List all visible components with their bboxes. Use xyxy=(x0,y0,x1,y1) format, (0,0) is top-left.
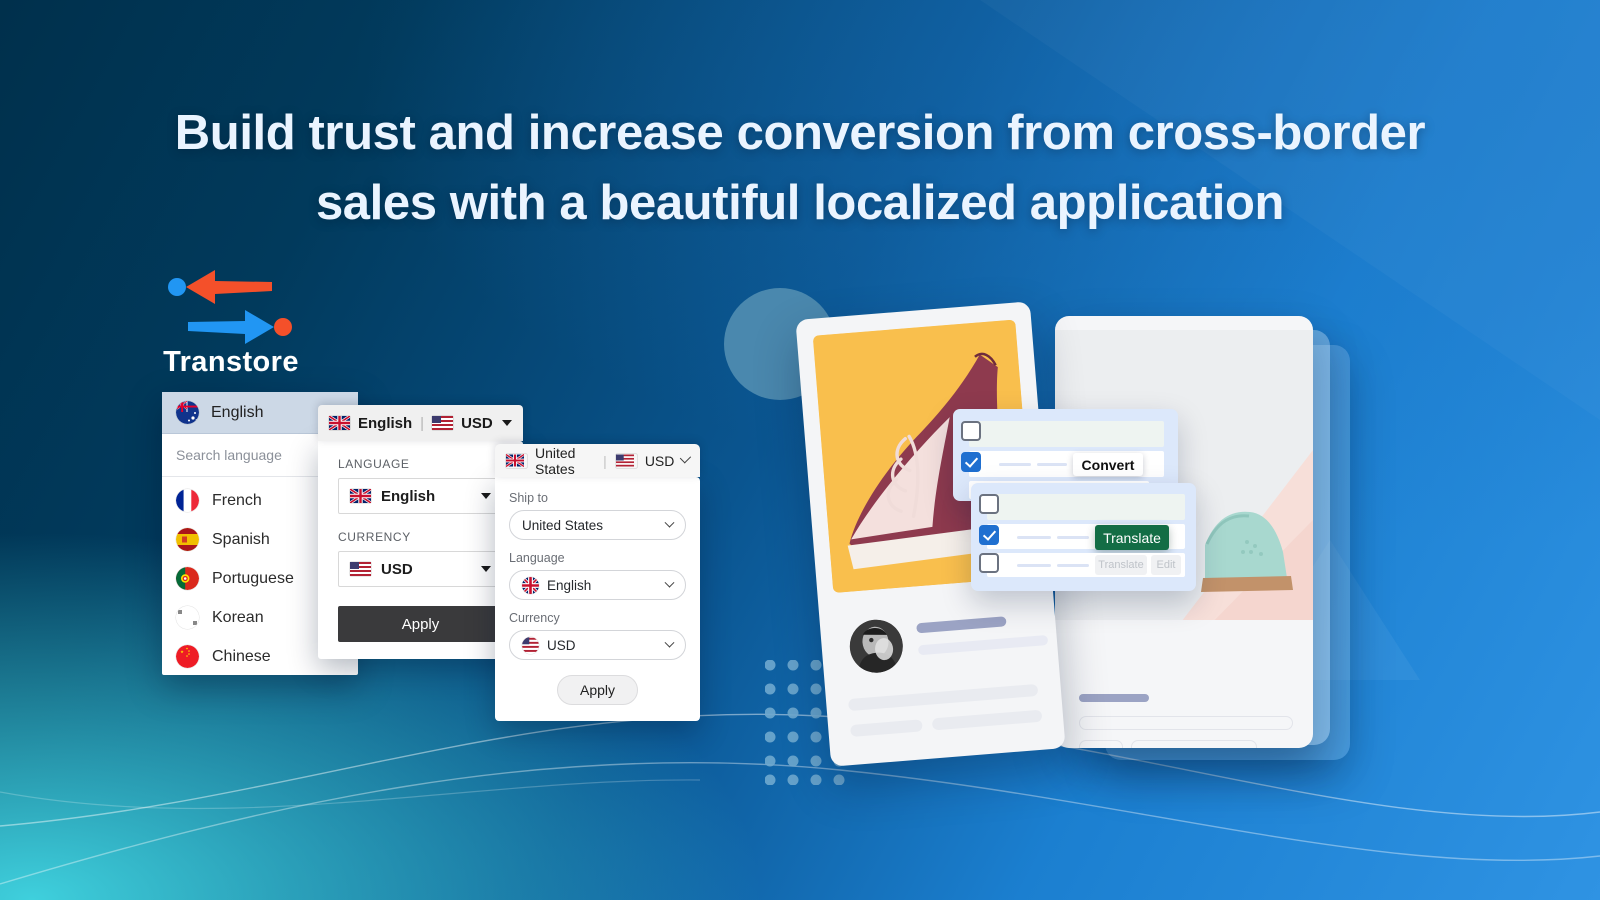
shipping-header-country: United States xyxy=(535,444,576,477)
placeholder-bar xyxy=(916,616,1007,634)
list-item-label: Korean xyxy=(212,608,264,626)
placeholder-line xyxy=(1037,463,1067,466)
list-item-label: French xyxy=(212,491,262,509)
currency-label: Currency xyxy=(509,611,560,625)
convert-button[interactable]: Convert xyxy=(1073,453,1143,476)
shipping-header-separator: | xyxy=(603,452,607,469)
page-title: Build trust and increase conversion from… xyxy=(0,98,1600,238)
placeholder-bar xyxy=(1079,694,1149,702)
fr-flag-icon xyxy=(176,489,199,512)
headline-line-2: sales with a beautiful localized applica… xyxy=(315,176,1285,230)
list-item-label: Chinese xyxy=(212,647,271,665)
es-flag-icon xyxy=(176,528,199,551)
shipping-header-currency: USD xyxy=(644,452,675,469)
currency-field-label: CURRENCY xyxy=(338,530,411,544)
currency-select-value: USD xyxy=(547,637,576,653)
language-select-value: English xyxy=(381,487,436,505)
brand-logo: Transtore xyxy=(160,262,300,382)
gb-flag-icon xyxy=(328,414,351,432)
caret-down-icon[interactable] xyxy=(481,566,491,572)
language-selected-label: English xyxy=(211,403,264,421)
chevron-down-icon[interactable] xyxy=(680,452,692,464)
selector-panel[interactable]: LANGUAGE English CURRENCY USD Apply xyxy=(318,441,523,659)
selector-header-language: English xyxy=(358,414,413,432)
table-row xyxy=(987,494,1185,520)
row-checkbox[interactable] xyxy=(961,421,981,441)
headline-line-1: Build trust and increase conversion from… xyxy=(174,106,1426,160)
selector-header-separator: | xyxy=(420,414,425,432)
selector-panel-header[interactable]: English | USD xyxy=(318,405,523,441)
ship-to-label: Ship to xyxy=(509,491,548,505)
table-row xyxy=(969,421,1164,447)
chevron-down-icon[interactable] xyxy=(664,637,675,648)
list-item-label: Portuguese xyxy=(212,569,294,587)
language-select[interactable]: English xyxy=(509,570,686,600)
ghost-translate-button[interactable]: Translate xyxy=(1095,555,1147,575)
language-select-value: English xyxy=(547,577,592,593)
us-flag-icon xyxy=(432,416,454,430)
placeholder-line xyxy=(999,463,1031,466)
language-field-label: LANGUAGE xyxy=(338,457,410,471)
gb-flag-icon xyxy=(522,576,539,594)
placeholder-bar xyxy=(850,719,923,738)
us-flag-icon xyxy=(615,454,637,468)
chevron-down-icon[interactable] xyxy=(664,577,675,588)
placeholder-bar xyxy=(1131,740,1257,748)
kr-flag-icon xyxy=(176,606,199,629)
placeholder-bar xyxy=(931,709,1043,731)
gb-flag-icon xyxy=(349,487,372,505)
row-checkbox[interactable] xyxy=(979,553,999,573)
currency-select-value: USD xyxy=(381,560,413,578)
currency-select[interactable]: USD xyxy=(338,551,503,587)
ship-to-value: United States xyxy=(522,517,604,533)
caret-down-icon[interactable] xyxy=(481,493,491,499)
shipping-panel[interactable]: Ship to United States Language English C… xyxy=(495,477,700,721)
apply-button[interactable]: Apply xyxy=(338,606,503,642)
gb-flag-icon xyxy=(505,452,527,468)
shipping-panel-header[interactable]: United States | USD xyxy=(495,444,700,477)
placeholder-bar xyxy=(1079,716,1293,730)
row-checkbox[interactable] xyxy=(979,494,999,514)
placeholder-line xyxy=(1017,536,1051,539)
placeholder-line xyxy=(1057,564,1089,567)
au-flag-icon xyxy=(176,401,199,424)
row-checkbox-checked[interactable] xyxy=(961,452,981,472)
placeholder-line xyxy=(1057,536,1089,539)
apply-button-wrap: Apply xyxy=(509,675,686,705)
list-item-label: Spanish xyxy=(212,530,270,548)
us-flag-icon xyxy=(350,562,371,576)
ship-to-select[interactable]: United States xyxy=(509,510,686,540)
avatar xyxy=(847,617,905,675)
us-flag-icon xyxy=(522,636,539,654)
language-select[interactable]: English xyxy=(338,478,503,514)
two-way-arrows-icon xyxy=(168,270,292,344)
placeholder-bar xyxy=(1079,740,1123,748)
translate-popup[interactable]: Translate Translate Edit xyxy=(971,483,1196,591)
placeholder-line xyxy=(1017,564,1051,567)
placeholder-bar xyxy=(917,634,1049,656)
currency-select[interactable]: USD xyxy=(509,630,686,660)
brand-name: Transtore xyxy=(163,346,299,378)
pt-flag-icon xyxy=(176,567,199,590)
selector-header-currency: USD xyxy=(461,414,493,432)
row-checkbox-checked[interactable] xyxy=(979,525,999,545)
apply-button[interactable]: Apply xyxy=(556,675,639,705)
language-label: Language xyxy=(509,551,565,565)
translate-button[interactable]: Translate xyxy=(1095,525,1169,550)
placeholder-bar xyxy=(847,683,1039,712)
cn-flag-icon xyxy=(176,645,199,668)
chevron-down-icon[interactable] xyxy=(664,517,675,528)
ghost-edit-button[interactable]: Edit xyxy=(1151,555,1181,575)
caret-down-icon[interactable] xyxy=(502,420,512,426)
search-language-placeholder: Search language xyxy=(176,447,282,463)
